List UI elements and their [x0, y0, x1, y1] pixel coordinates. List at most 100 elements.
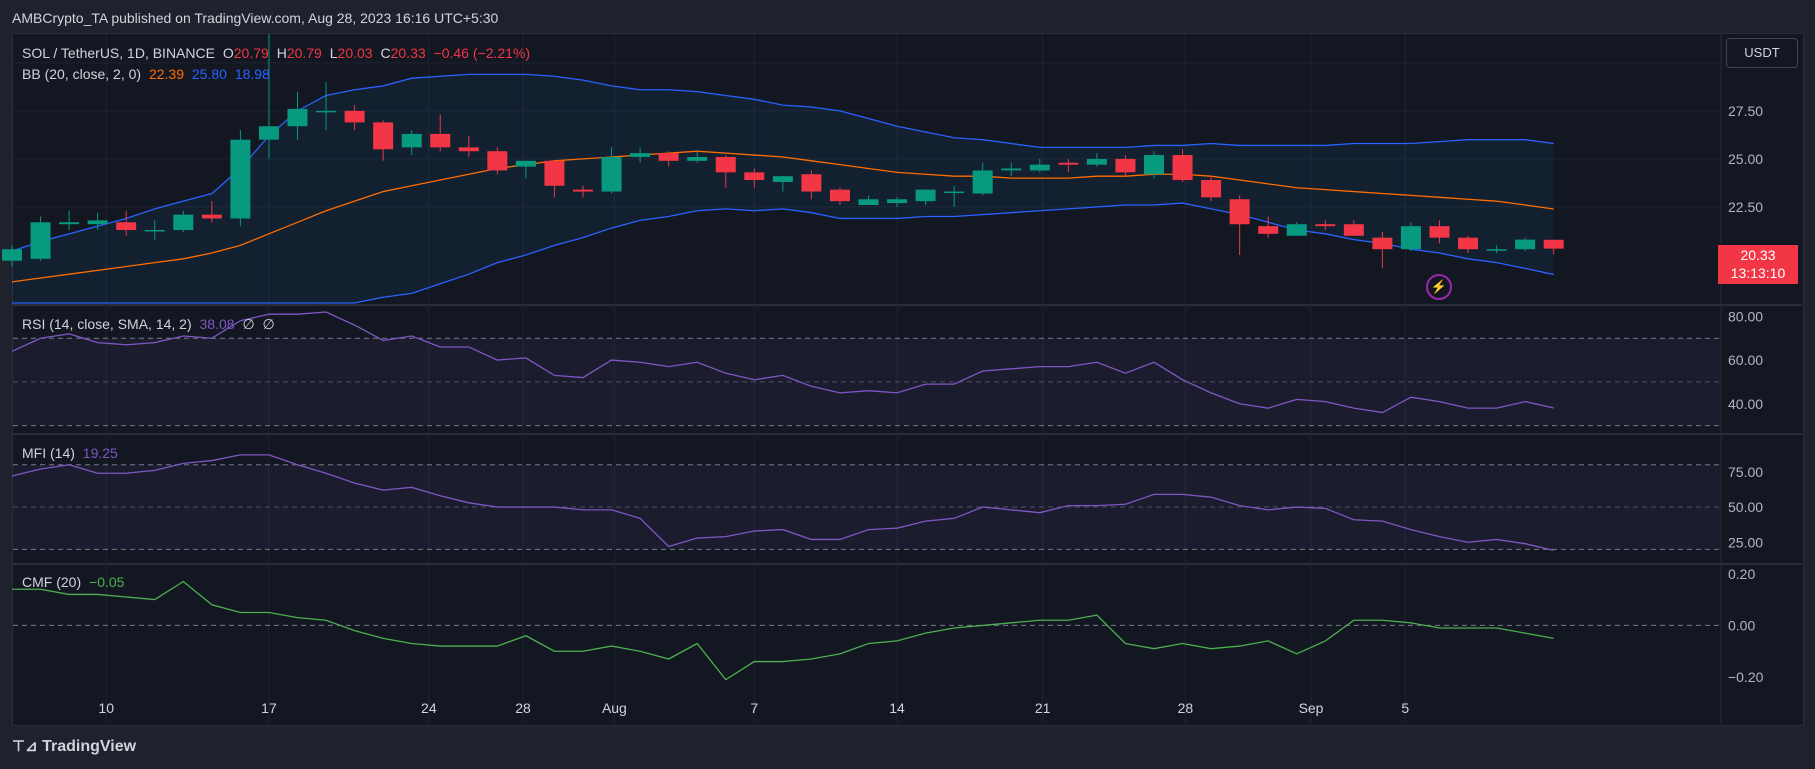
candle-body [573, 189, 593, 192]
cmf-axis-tick: −0.20 [1728, 669, 1764, 685]
currency-button[interactable]: USDT [1726, 38, 1798, 68]
price-axis-tick: 22.50 [1728, 199, 1763, 215]
candle-body [601, 156, 622, 192]
candle-body [744, 172, 765, 181]
x-tick-label: 28 [1178, 700, 1194, 716]
rsi-extra-2: ∅ [262, 316, 275, 332]
last-price-tag: 20.33 13:13:10 [1718, 245, 1798, 284]
candle-body [630, 153, 651, 157]
candle-body [1286, 224, 1307, 236]
x-tick-label: 14 [889, 700, 905, 716]
bar-countdown: 13:13:10 [1730, 265, 1786, 281]
rsi-axis-tick: 40.00 [1728, 396, 1763, 412]
rsi-axis-tick: 80.00 [1728, 308, 1763, 324]
candle-body [30, 222, 51, 259]
x-tick-label: 5 [1401, 700, 1409, 716]
candle-body [715, 156, 736, 173]
candle-body [1058, 162, 1079, 165]
candle-body [1229, 199, 1250, 225]
x-tick-label: 24 [421, 700, 437, 716]
tradingview-brand: TradingView [42, 738, 137, 755]
rsi-extra-1: ∅ [242, 316, 255, 332]
x-tick-label: 21 [1035, 700, 1051, 716]
tradingview-logo[interactable]: ⊤⊿ TradingView [12, 737, 136, 756]
candle-body [201, 214, 222, 219]
last-price-value: 20.33 [1740, 247, 1776, 263]
candle-body [1001, 168, 1022, 171]
candle-body [1144, 155, 1164, 175]
candle-body [87, 220, 108, 225]
candle-body [144, 229, 165, 232]
x-tick-label: 28 [515, 700, 531, 716]
candle-body [1458, 237, 1479, 250]
candle-body [373, 122, 394, 150]
candle-body [1372, 237, 1393, 250]
mfi-axis-tick: 75.00 [1728, 464, 1763, 480]
candle-body [1258, 226, 1279, 234]
ohlc-high-label: H [276, 45, 287, 61]
cmf-line [12, 580, 1554, 681]
candle-body [1172, 155, 1193, 181]
ohlc-low-value: 20.03 [337, 45, 373, 61]
candle-body [1315, 224, 1336, 227]
ohlc-low-label: L [329, 45, 338, 61]
rsi-legend: RSI (14, close, SMA, 14, 2) 38.08 ∅ ∅ [22, 316, 279, 333]
candle-body [687, 156, 708, 161]
symbol-title: SOL / TetherUS, 1D, BINANCE [22, 45, 215, 61]
candle-body [972, 170, 993, 194]
symbol-legend: SOL / TetherUS, 1D, BINANCE O20.79 H20.7… [22, 45, 534, 61]
ohlc-open-value: 20.79 [233, 45, 269, 61]
ohlc-close-value: 20.33 [390, 45, 426, 61]
candle-body [1515, 239, 1536, 250]
cmf-title: CMF (20) [22, 574, 82, 590]
rsi-title: RSI (14, close, SMA, 14, 2) [22, 316, 192, 332]
x-tick-label: 17 [261, 700, 277, 716]
bb-legend: BB (20, close, 2, 0) 22.39 25.80 18.98 [22, 66, 274, 82]
cmf-legend: CMF (20) −0.05 [22, 574, 128, 590]
candle-body [487, 151, 508, 171]
chart-svg[interactable]: 10172428Aug7142128Sep530.0027.5025.0022.… [0, 0, 1815, 769]
candle-body [344, 110, 365, 123]
bb-lower-value: 18.98 [234, 66, 270, 82]
tradingview-logo-icon: ⊤⊿ [12, 738, 38, 755]
candle-body [230, 139, 251, 219]
candle-body [858, 199, 879, 206]
candle-body [173, 214, 194, 230]
candle-body [772, 176, 793, 182]
x-tick-label: Aug [602, 700, 627, 716]
ohlc-open-label: O [222, 45, 234, 61]
candle-body [887, 199, 908, 204]
candle-body [430, 133, 451, 148]
candle-body [287, 108, 308, 127]
mfi-axis-tick: 25.00 [1728, 534, 1763, 550]
ohlc-high-value: 20.79 [286, 45, 322, 61]
rsi-axis-tick: 60.00 [1728, 352, 1763, 368]
candle-body [258, 126, 279, 140]
bb-upper-value: 25.80 [191, 66, 227, 82]
candle-body [116, 222, 137, 230]
candle-body [1201, 180, 1222, 198]
candle-body [544, 160, 565, 186]
ohlc-close-label: C [380, 45, 391, 61]
lightning-alert-icon[interactable]: ⚡ [1426, 274, 1452, 300]
cmf-axis-tick: 0.20 [1728, 566, 1755, 582]
mfi-value: 19.25 [82, 445, 118, 461]
x-tick-label: Sep [1299, 700, 1324, 716]
price-axis-tick: 25.00 [1728, 151, 1763, 167]
candle-body [1115, 158, 1136, 173]
candle-body [59, 222, 80, 225]
bb-basis-value: 22.39 [148, 66, 184, 82]
candle-body [944, 191, 965, 194]
candle-body [1429, 226, 1450, 238]
bb-title: BB (20, close, 2, 0) [22, 66, 142, 82]
candle-body [458, 147, 479, 152]
candle-body [515, 160, 536, 167]
candle-body [801, 174, 822, 192]
candle-body [1086, 158, 1107, 165]
candle-body [1400, 226, 1421, 250]
mfi-legend: MFI (14) 19.25 [22, 445, 122, 461]
candle-body [2, 249, 22, 261]
cmf-axis-tick: 0.00 [1728, 617, 1755, 633]
candle-body [658, 153, 679, 161]
price-axis-tick: 27.50 [1728, 103, 1763, 119]
